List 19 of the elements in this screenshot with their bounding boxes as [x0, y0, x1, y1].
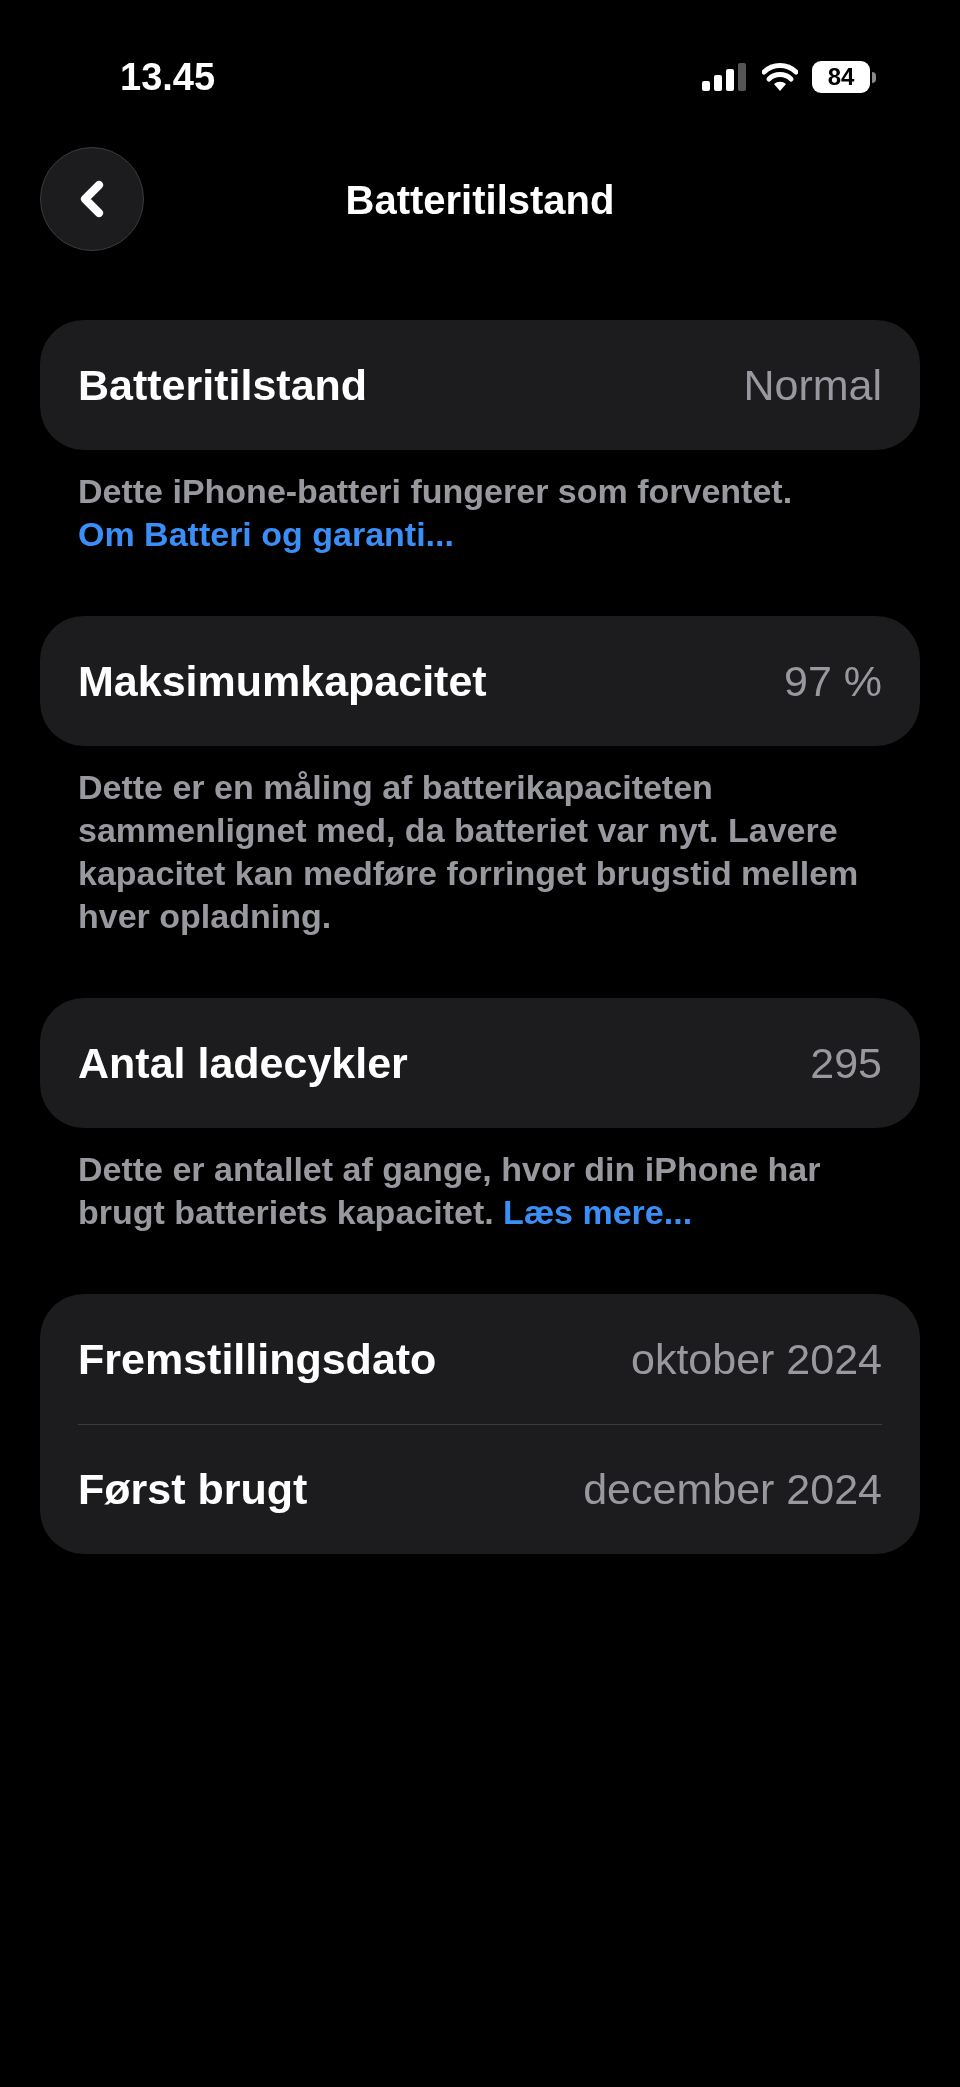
- footer-text: Dette er antallet af gange, hvor din iPhone har brugt batteriets kapacitet. Læs mere...: [77, 1149, 822, 1233]
- row-label: Fremstillingsdato: [78, 1333, 437, 1385]
- row-label: Maksimumkapacitet: [78, 655, 487, 707]
- signal-icon: [702, 63, 748, 91]
- row-value: Normal: [743, 359, 882, 411]
- row-value: 295: [810, 1037, 882, 1089]
- row-value: december 2024: [583, 1464, 882, 1516]
- row-value: 97 %: [784, 655, 882, 707]
- footer-text: Dette er en måling af batterikapaciteten sammenlignet med, da batteriet var nyt. Lavere kapacitet kan medføre forringet brugstid mellem hver opladning.: [77, 767, 860, 937]
- footer-text: Dette iPhone-batteri fungerer som forventet. Om Batteri og garanti...: [77, 471, 794, 555]
- row-label: Batteritilstand: [78, 359, 368, 411]
- footer-link[interactable]: Læs mere...: [503, 1193, 693, 1231]
- wifi-icon: [762, 63, 798, 91]
- row-label: Først brugt: [78, 1464, 308, 1516]
- row-label: Antal ladecykler: [78, 1037, 408, 1089]
- status-time: 13.45: [120, 54, 216, 100]
- row-value: oktober 2024: [630, 1333, 882, 1385]
- footer-link[interactable]: Om Batteri og garanti...: [78, 515, 454, 553]
- page-title: Batteritilstand: [345, 177, 615, 224]
